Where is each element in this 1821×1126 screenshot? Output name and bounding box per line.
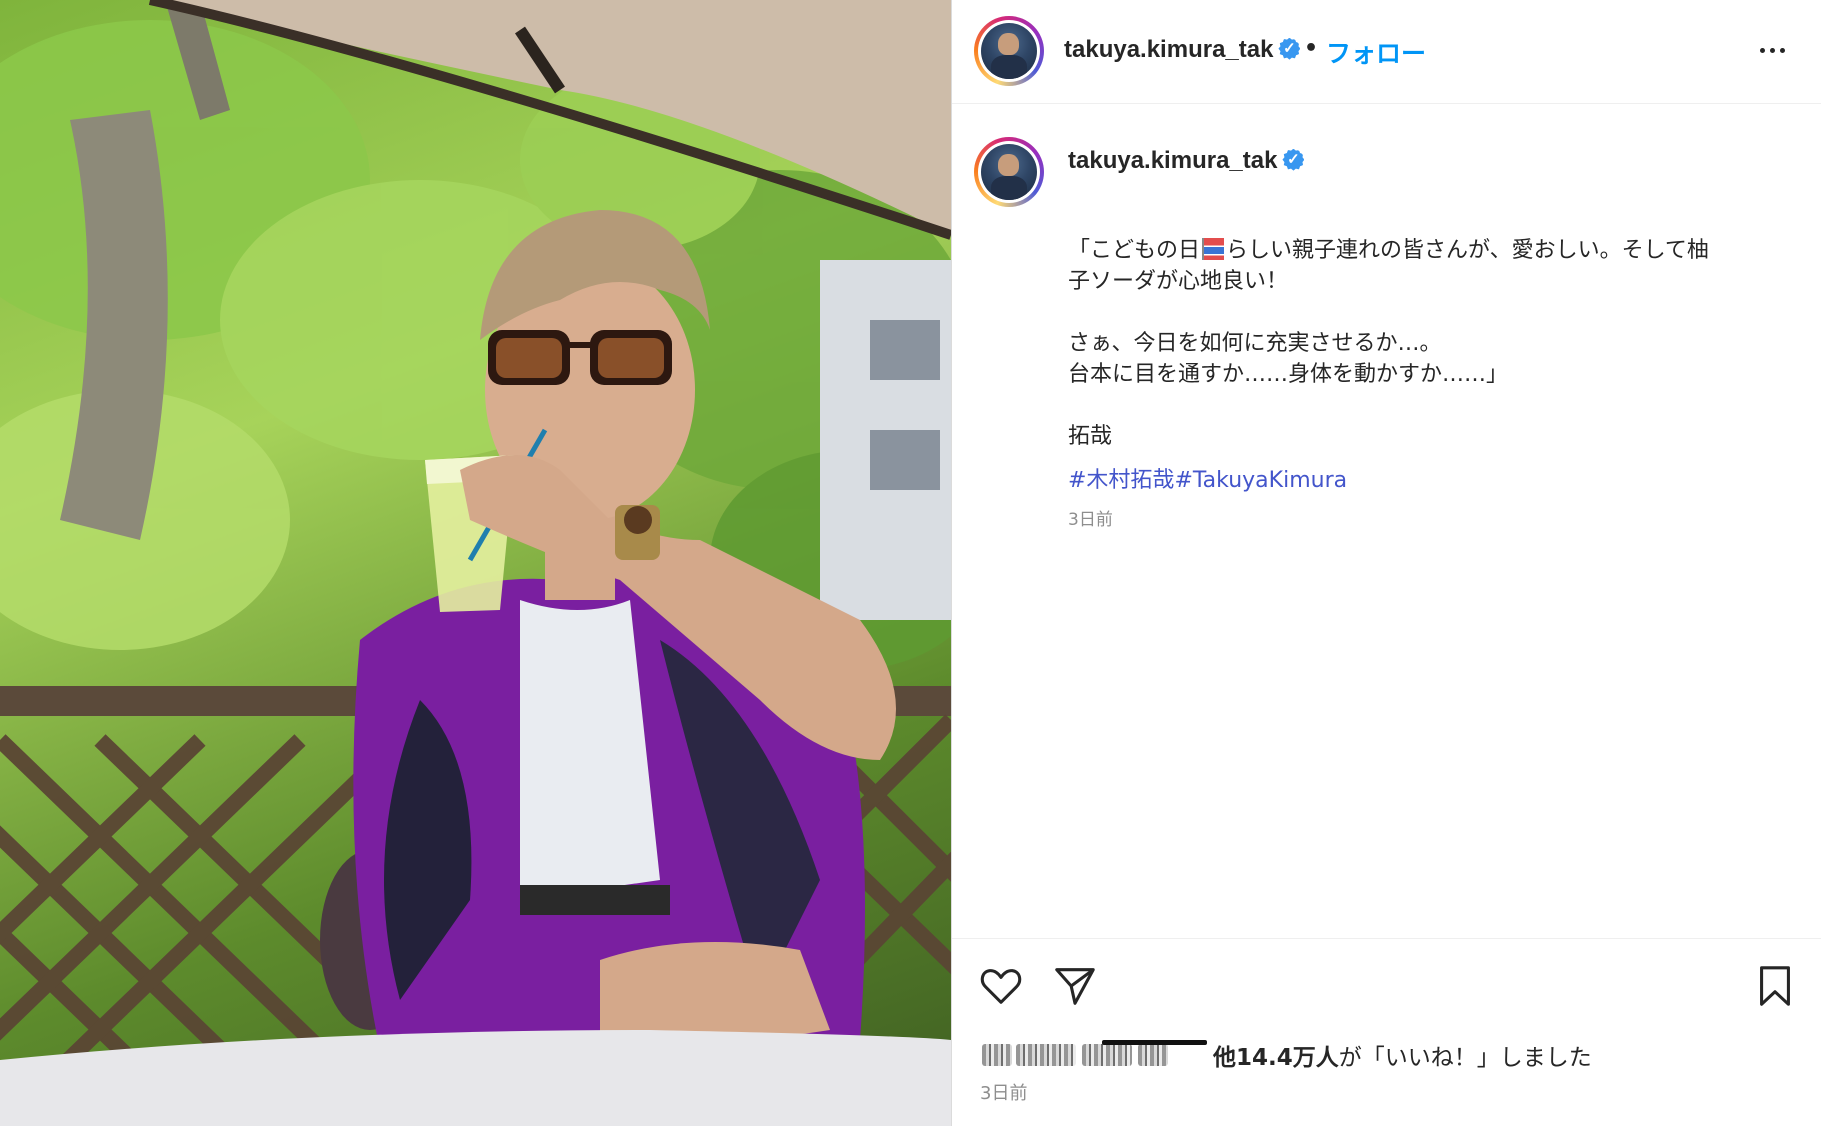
caption-line-4: 台本に目を通すか……身体を動かすか……」	[1068, 362, 1509, 387]
caption-author-avatar[interactable]	[974, 137, 1044, 207]
verified-badge-icon: ✓	[1278, 37, 1301, 60]
author-username-link[interactable]: takuya.kimura_tak ✓	[1064, 36, 1301, 64]
caption-username[interactable]: takuya.kimura_tak	[1068, 147, 1277, 174]
caption-line-1-start: 「こどもの日	[1068, 238, 1201, 263]
action-bar: 他14.4万人が「いいね！」しました 3日前	[952, 938, 1821, 1126]
caption-line-2: 子ソーダが心地良い！	[1068, 269, 1289, 294]
likes-count[interactable]: 他14.4万人	[1213, 1045, 1339, 1071]
likes-summary[interactable]: 他14.4万人が「いいね！」しました	[982, 1035, 1592, 1075]
post-panel: takuya.kimura_tak ✓ • フォロー takuya.kimura_…	[951, 0, 1821, 1126]
caption-blank-line	[1068, 297, 1798, 328]
caption-username-link[interactable]: takuya.kimura_tak ✓	[1068, 147, 1305, 175]
follow-button[interactable]: フォロー	[1326, 34, 1426, 70]
hashtag-link[interactable]: #木村拓哉	[1068, 468, 1174, 493]
likes-suffix: が「いいね！」しました	[1338, 1045, 1592, 1071]
post-timestamp[interactable]: 3日前	[980, 1079, 1027, 1105]
separator-dot: •	[1304, 36, 1319, 61]
caption-section: takuya.kimura_tak ✓ 「こどもの日 らしい親子連れの皆さんが、愛お…	[952, 105, 1821, 935]
paper-plane-icon[interactable]	[1052, 963, 1098, 1009]
caption-timestamp[interactable]: 3日前	[1068, 505, 1113, 530]
caption-line-1-end: らしい親子連れの皆さんが、愛おしい。そして柚	[1226, 238, 1709, 263]
author-username[interactable]: takuya.kimura_tak	[1064, 36, 1273, 63]
more-options-icon[interactable]	[1752, 30, 1792, 70]
caption-line-1: 「こどもの日 らしい親子連れの皆さんが、愛おしい。そして柚	[1068, 235, 1798, 266]
post-photo-illustration	[0, 0, 951, 1126]
author-avatar[interactable]	[974, 16, 1044, 86]
caption-line-3: さぁ、今日を如何に充実させるか…。	[1068, 331, 1442, 356]
caption-text: 「こどもの日 らしい親子連れの皆さんが、愛おしい。そして柚 子ソーダが心地良い！ …	[1068, 235, 1798, 452]
carp-streamer-icon	[1202, 238, 1225, 260]
post-header: takuya.kimura_tak ✓ • フォロー	[952, 0, 1821, 104]
likes-text: 他14.4万人が「いいね！」しました	[1213, 1038, 1592, 1072]
hashtag-link[interactable]: #TakuyaKimura	[1174, 468, 1347, 493]
caption-blank-line	[1068, 390, 1798, 421]
post-photo[interactable]	[0, 0, 951, 1126]
bookmark-icon[interactable]	[1752, 963, 1798, 1009]
liker-avatars-blurred	[982, 1038, 1207, 1072]
caption-signature: 拓哉	[1068, 424, 1113, 449]
heart-icon[interactable]	[978, 963, 1024, 1009]
hashtags: #木村拓哉#TakuyaKimura	[1068, 462, 1347, 494]
verified-badge-icon: ✓	[1282, 148, 1305, 171]
